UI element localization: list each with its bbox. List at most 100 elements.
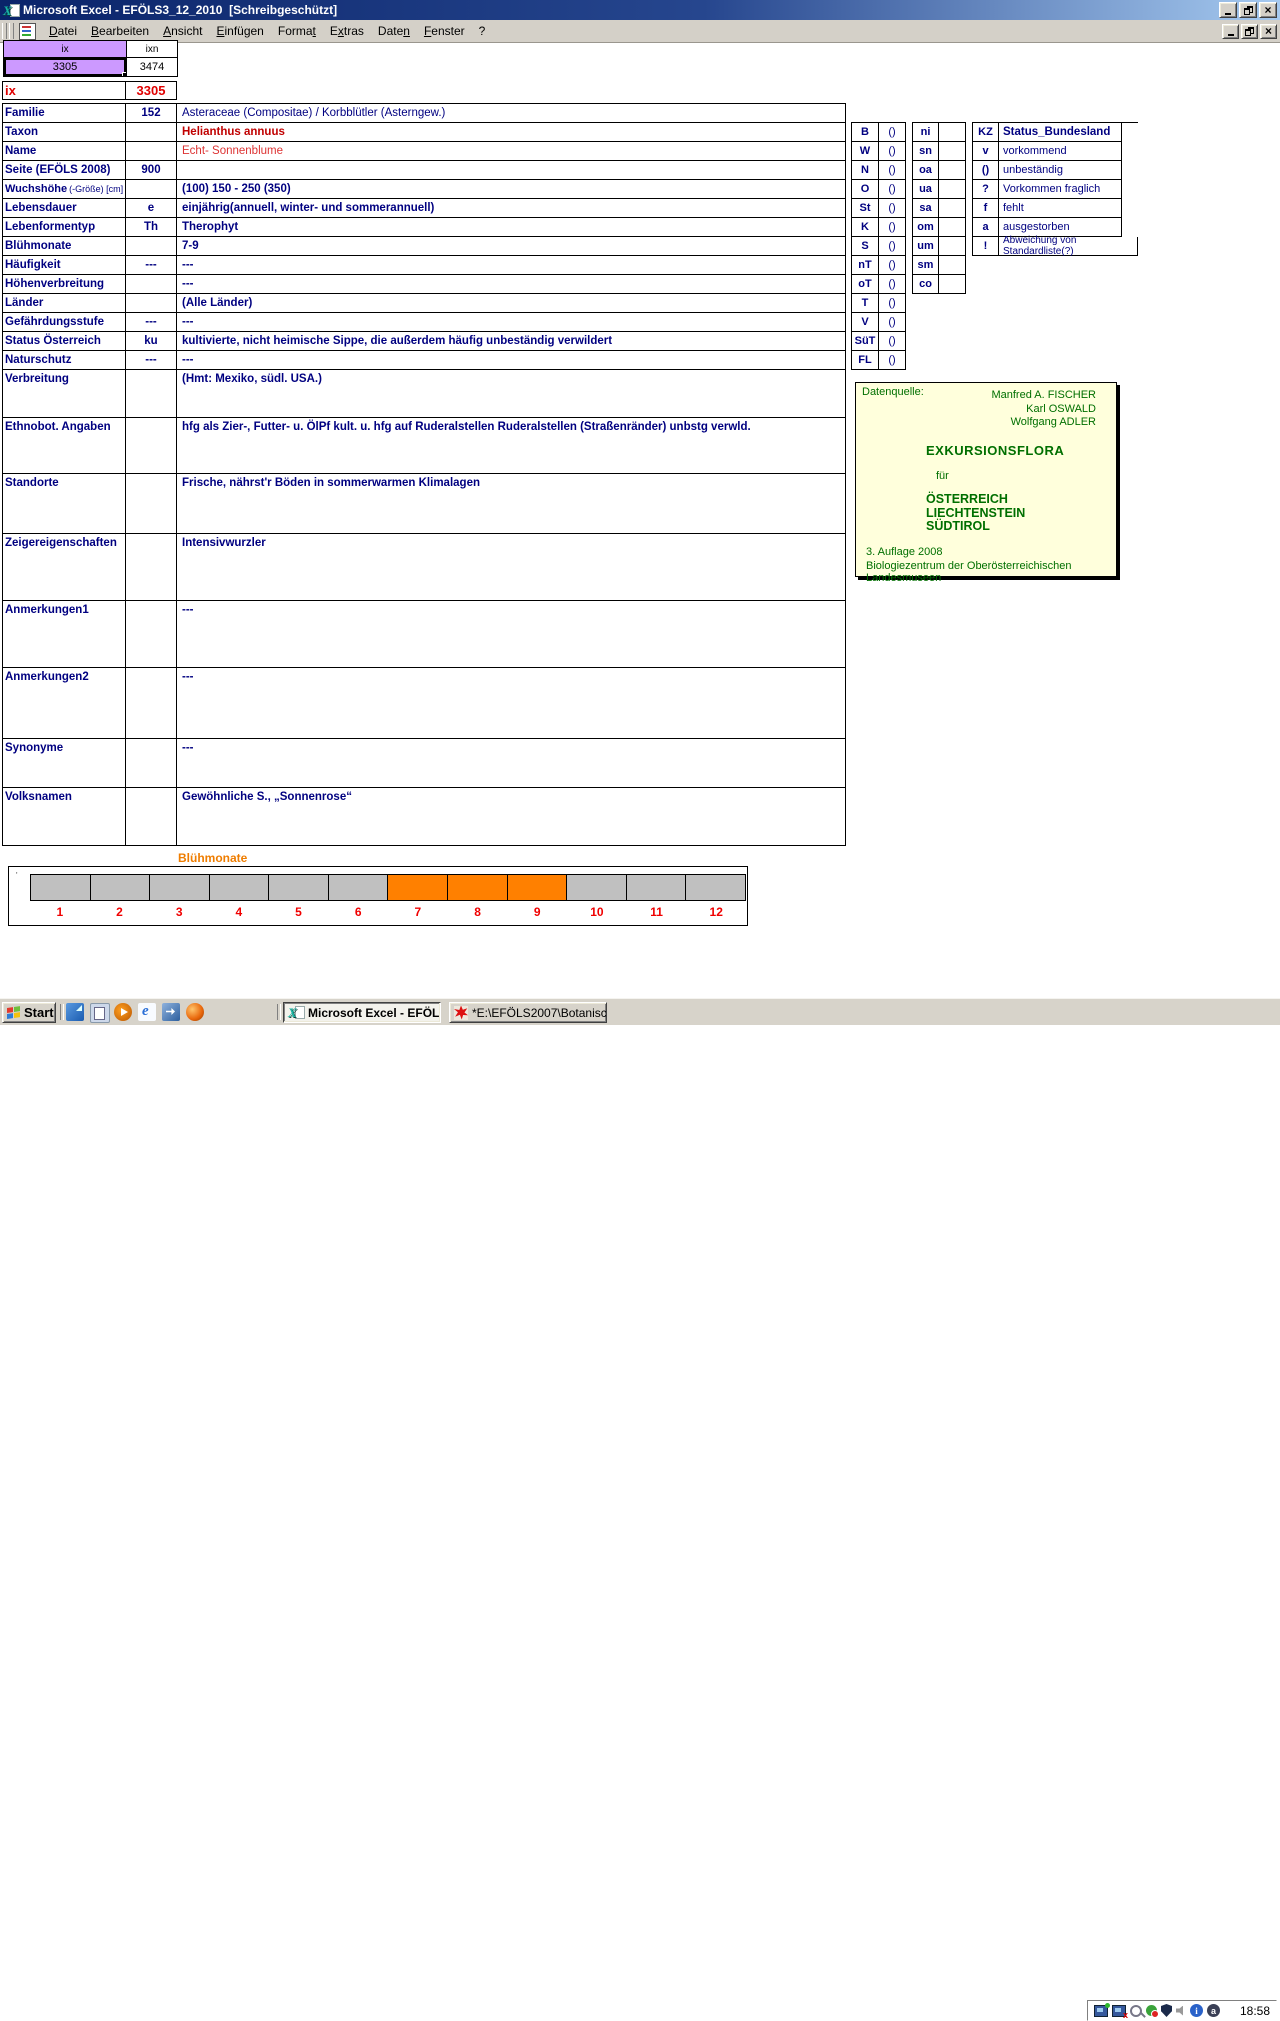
- row-value-cell[interactable]: ---: [177, 275, 846, 294]
- menu-item-extras[interactable]: Extras: [323, 22, 371, 40]
- state-code-cell[interactable]: B: [852, 123, 879, 142]
- legend-label-cell[interactable]: Vorkommen fraglich: [999, 180, 1122, 199]
- menu-item-hilfe[interactable]: ?: [472, 22, 493, 40]
- row-label[interactable]: Name: [3, 142, 126, 161]
- row-code-cell[interactable]: [126, 142, 177, 161]
- state-code-cell[interactable]: K: [852, 218, 879, 237]
- row-code-cell[interactable]: ---: [126, 351, 177, 370]
- row-label[interactable]: Lebensdauer: [3, 199, 126, 218]
- launch-ie-browser-icon[interactable]: [66, 1003, 84, 1021]
- network-activity-icon[interactable]: [1094, 2005, 1108, 2017]
- row-code-cell[interactable]: 900: [126, 161, 177, 180]
- row-code-cell[interactable]: [126, 275, 177, 294]
- magnifier-icon[interactable]: [1130, 2005, 1142, 2017]
- zone-value-cell[interactable]: [939, 180, 966, 199]
- legend-code-cell[interactable]: f: [973, 199, 999, 218]
- zone-value-cell[interactable]: [939, 218, 966, 237]
- menu-item-datei[interactable]: Datei: [42, 22, 84, 40]
- row-label[interactable]: Ethnobot. Angaben: [3, 418, 126, 474]
- zone-code-cell[interactable]: sa: [913, 199, 939, 218]
- row-value-cell[interactable]: Therophyt: [177, 218, 846, 237]
- row-value-cell[interactable]: hfg als Zier-, Futter- u. ÖlPf kult. u. …: [177, 418, 846, 474]
- row-label[interactable]: Lebenformentyp: [3, 218, 126, 237]
- zone-code-cell[interactable]: ua: [913, 180, 939, 199]
- row-code-cell[interactable]: [126, 474, 177, 534]
- row-code-cell[interactable]: ---: [126, 313, 177, 332]
- ixn-value-cell[interactable]: 3474: [127, 58, 178, 77]
- row-value-cell[interactable]: Helianthus annuus: [177, 123, 846, 142]
- state-value-cell[interactable]: (): [879, 199, 906, 218]
- toolbar-grip[interactable]: [2, 23, 7, 39]
- row-label[interactable]: Status Österreich: [3, 332, 126, 351]
- row-code-cell[interactable]: [126, 237, 177, 256]
- state-code-cell[interactable]: nT: [852, 256, 879, 275]
- row-value-cell[interactable]: ---: [177, 313, 846, 332]
- zone-code-cell[interactable]: ni: [913, 123, 939, 142]
- restore-button[interactable]: [1239, 2, 1257, 18]
- menu-item-fenster[interactable]: Fenster: [417, 22, 472, 40]
- row-code-cell[interactable]: [126, 668, 177, 739]
- zone-code-cell[interactable]: sn: [913, 142, 939, 161]
- menu-item-format[interactable]: Format: [271, 22, 323, 40]
- row-code-cell[interactable]: [126, 788, 177, 846]
- row-code-cell[interactable]: 152: [126, 104, 177, 123]
- shield-icon[interactable]: [1161, 2004, 1172, 2017]
- state-code-cell[interactable]: S: [852, 237, 879, 256]
- show-desktop-icon[interactable]: [90, 1003, 110, 1023]
- status-person-icon[interactable]: [1146, 2005, 1157, 2016]
- row-code-cell[interactable]: [126, 123, 177, 142]
- row-code-cell[interactable]: [126, 294, 177, 313]
- id-header-ixn-cell[interactable]: ixn: [127, 41, 178, 58]
- row-label[interactable]: Häufigkeit: [3, 256, 126, 275]
- row-value-cell[interactable]: Intensivwurzler: [177, 534, 846, 601]
- row-label[interactable]: Taxon: [3, 123, 126, 142]
- internet-explorer-icon[interactable]: [138, 1003, 156, 1021]
- legend-header-code[interactable]: KZ: [973, 123, 999, 142]
- state-code-cell[interactable]: St: [852, 199, 879, 218]
- row-label[interactable]: Anmerkungen2: [3, 668, 126, 739]
- state-code-cell[interactable]: FL: [852, 351, 879, 370]
- state-code-cell[interactable]: V: [852, 313, 879, 332]
- workbook-restore-button[interactable]: [1241, 24, 1258, 39]
- bloom-chart[interactable]: ' 1 2 3 4 5 6 7 8 9 10 11 12: [8, 866, 748, 926]
- zone-value-cell[interactable]: [939, 142, 966, 161]
- state-value-cell[interactable]: (): [879, 294, 906, 313]
- row-label[interactable]: Anmerkungen1: [3, 601, 126, 668]
- row-code-cell[interactable]: [126, 601, 177, 668]
- zone-value-cell[interactable]: [939, 199, 966, 218]
- row-value-cell[interactable]: ---: [177, 351, 846, 370]
- state-value-cell[interactable]: (): [879, 332, 906, 351]
- row-value-cell[interactable]: Frische, nährst'r Böden in sommerwarmen …: [177, 474, 846, 534]
- zone-code-cell[interactable]: co: [913, 275, 939, 294]
- row-value-cell[interactable]: (Alle Länder): [177, 294, 846, 313]
- legend-code-cell[interactable]: (): [973, 161, 999, 180]
- zone-code-cell[interactable]: oa: [913, 161, 939, 180]
- row-label[interactable]: Naturschutz: [3, 351, 126, 370]
- row-label[interactable]: Höhenverbreitung: [3, 275, 126, 294]
- row-code-cell[interactable]: [126, 370, 177, 418]
- state-value-cell[interactable]: (): [879, 351, 906, 370]
- legend-code-cell[interactable]: v: [973, 142, 999, 161]
- a-badge-icon[interactable]: a: [1207, 2004, 1220, 2017]
- zone-code-cell[interactable]: sm: [913, 256, 939, 275]
- row-code-cell[interactable]: ku: [126, 332, 177, 351]
- row-value-cell[interactable]: (Hmt: Mexiko, südl. USA.): [177, 370, 846, 418]
- row-value-cell[interactable]: 7-9: [177, 237, 846, 256]
- row-label[interactable]: Familie: [3, 104, 126, 123]
- row-value-cell[interactable]: (100) 150 - 250 (350): [177, 180, 846, 199]
- legend-code-cell[interactable]: ?: [973, 180, 999, 199]
- row-label[interactable]: Wuchshöhe(-Größe) [cm]: [3, 180, 126, 199]
- row-code-cell[interactable]: ---: [126, 256, 177, 275]
- row-label[interactable]: Volksnamen: [3, 788, 126, 846]
- row-value-cell[interactable]: [177, 161, 846, 180]
- row-code-cell[interactable]: [126, 180, 177, 199]
- row-label[interactable]: Zeigereigenschaften: [3, 534, 126, 601]
- zone-value-cell[interactable]: [939, 123, 966, 142]
- zone-code-cell[interactable]: um: [913, 237, 939, 256]
- row-label[interactable]: Verbreitung: [3, 370, 126, 418]
- menu-grip[interactable]: [9, 23, 14, 39]
- zone-value-cell[interactable]: [939, 275, 966, 294]
- state-code-cell[interactable]: SüT: [852, 332, 879, 351]
- zone-value-cell[interactable]: [939, 237, 966, 256]
- state-code-cell[interactable]: W: [852, 142, 879, 161]
